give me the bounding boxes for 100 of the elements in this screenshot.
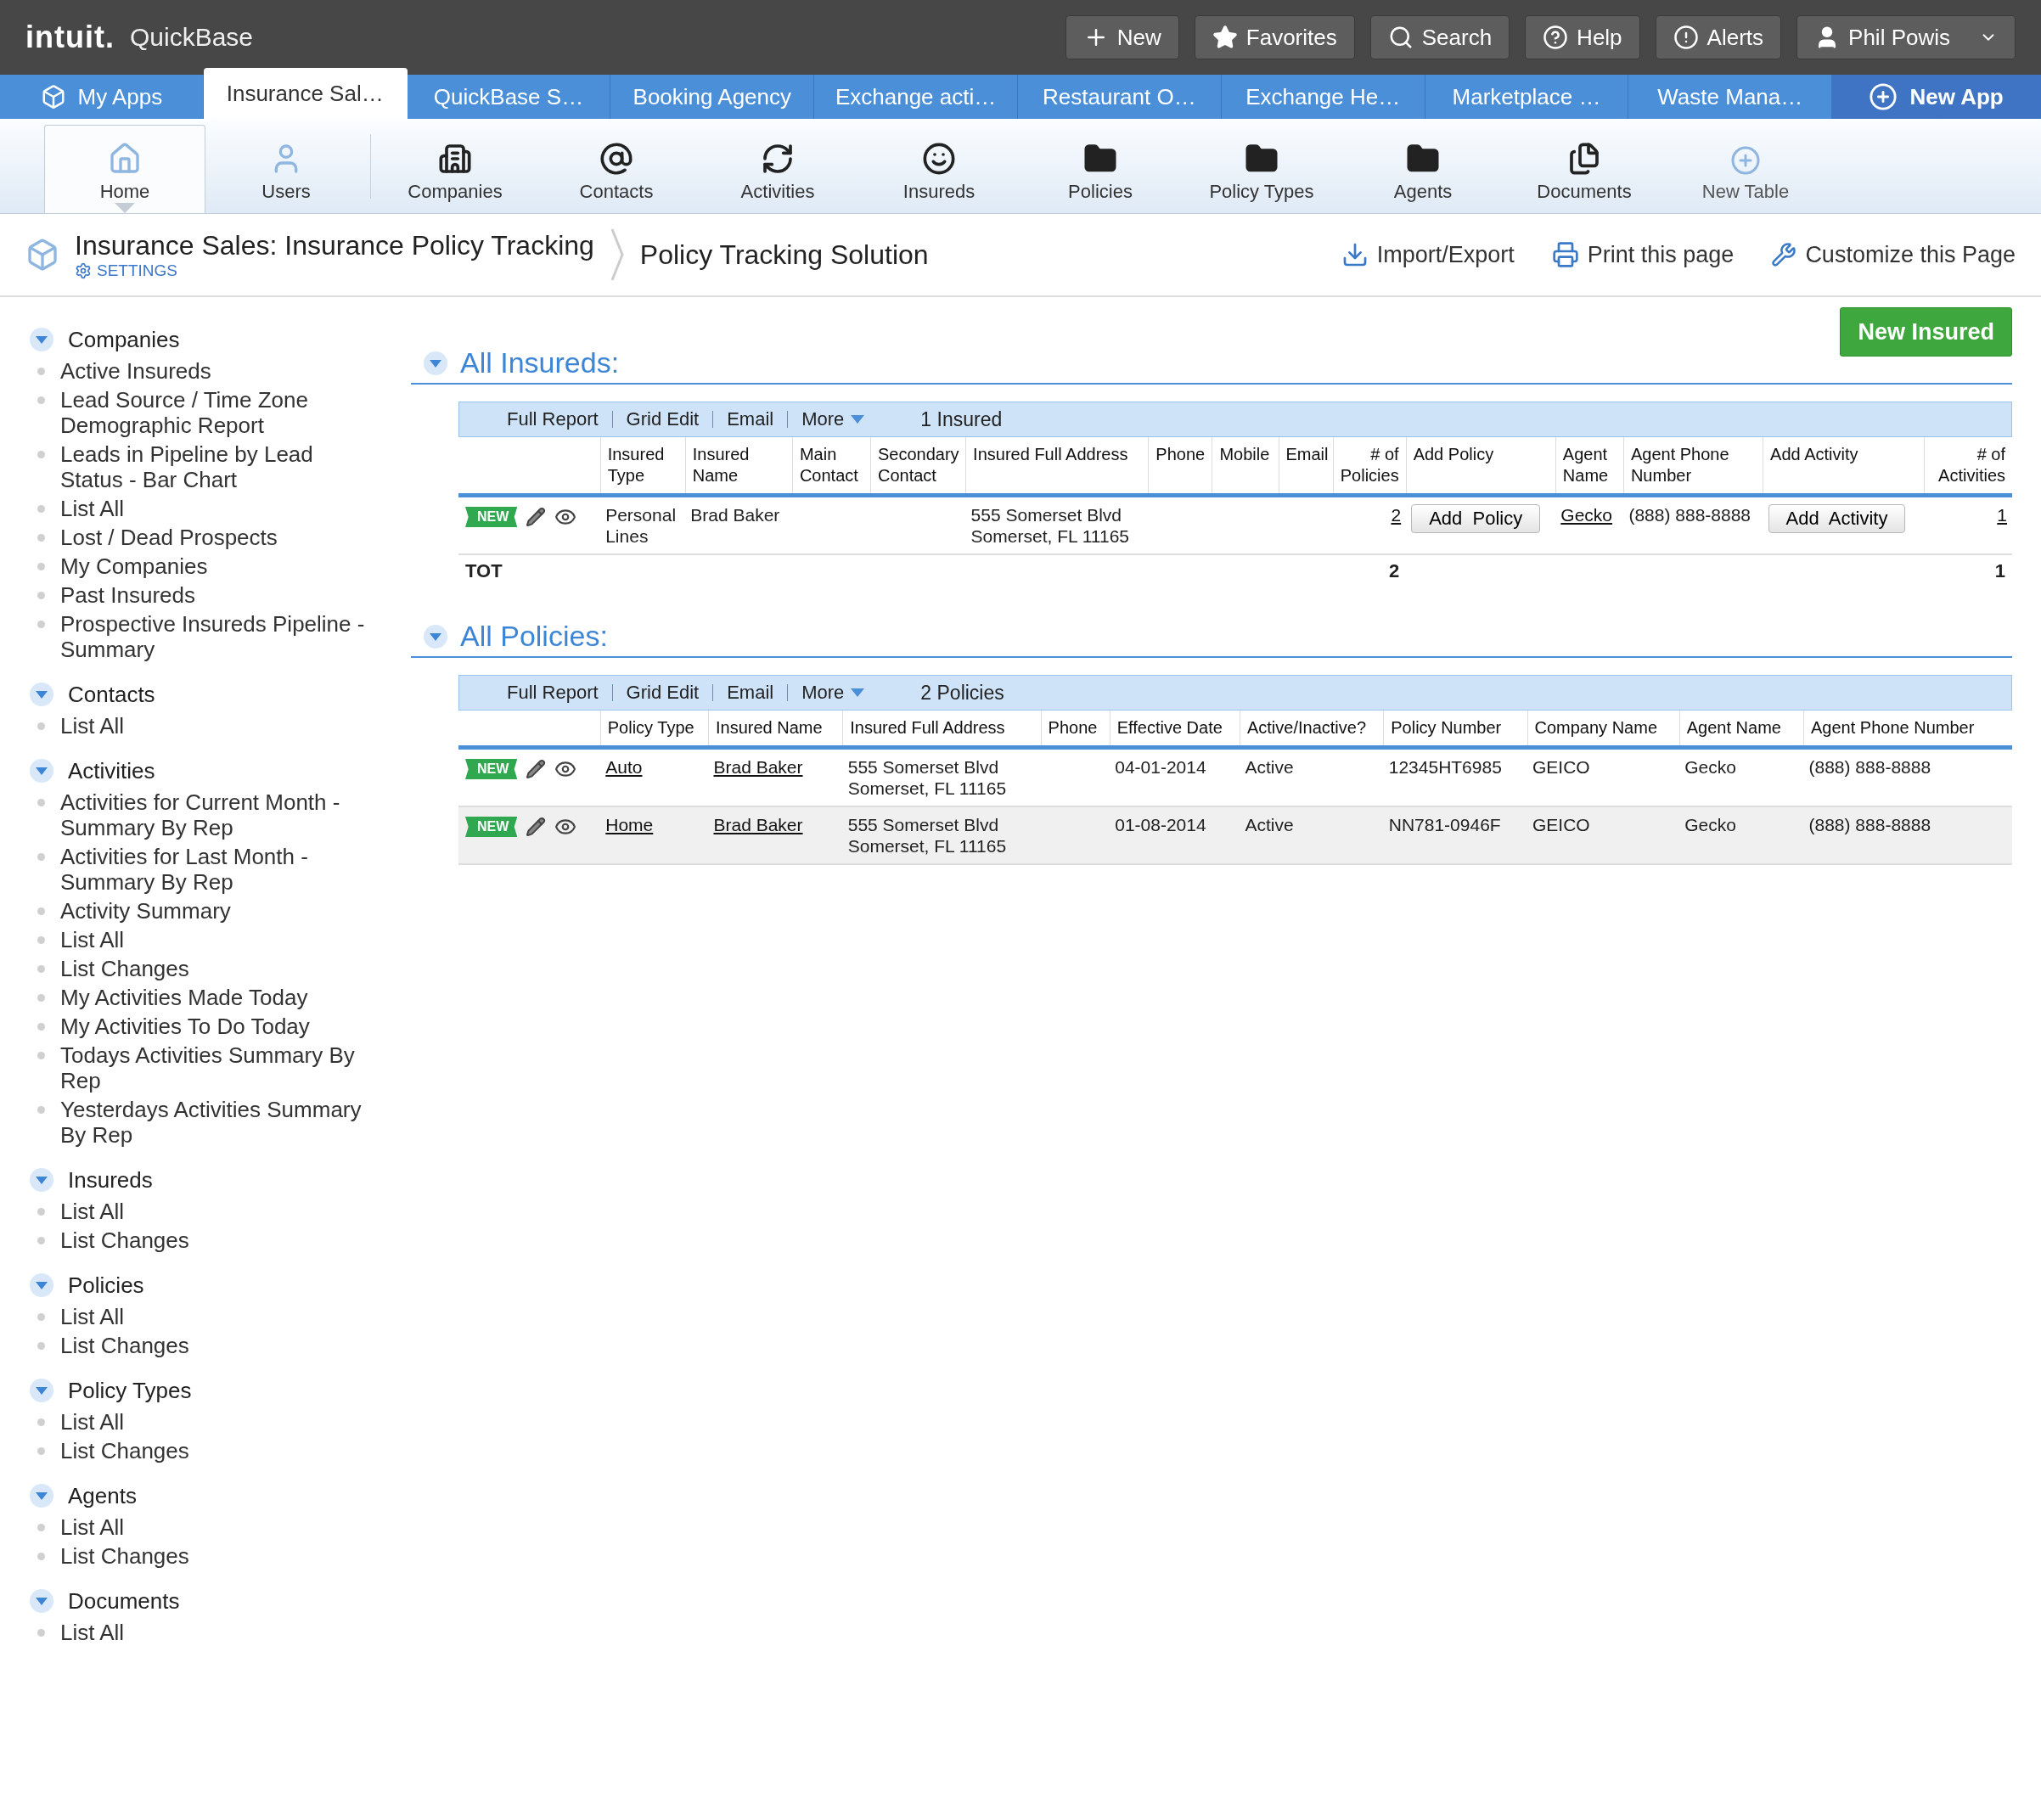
section-heading[interactable]: Contacts xyxy=(68,681,155,708)
section-heading[interactable]: Documents xyxy=(68,1587,180,1615)
sidebar-link[interactable]: Lead Source / Time Zone Demographic Report xyxy=(60,387,366,438)
cell-link[interactable]: Auto xyxy=(605,757,643,777)
cell-link[interactable]: 1 xyxy=(1997,505,2007,525)
sidebar-link[interactable]: List Changes xyxy=(60,1333,366,1358)
sidebar-link[interactable]: List All xyxy=(60,1514,366,1540)
sidebar-link[interactable]: My Activities To Do Today xyxy=(60,1014,366,1039)
sidebar-link[interactable]: Prospective Insureds Pipeline - Summary xyxy=(60,611,366,662)
toolbar-item[interactable]: Insureds xyxy=(858,125,1020,213)
cell-link[interactable]: 2 xyxy=(1391,505,1402,525)
sidebar-link[interactable]: Active Insureds xyxy=(60,358,366,384)
sidebar-link[interactable]: List Changes xyxy=(60,956,366,981)
toolbar-item[interactable]: Documents xyxy=(1504,125,1665,213)
sidebar-link[interactable]: My Companies xyxy=(60,553,366,579)
sidebar-link[interactable]: List All xyxy=(60,1620,366,1645)
report-action-link[interactable]: Full Report xyxy=(493,684,612,701)
app-tab[interactable]: New App xyxy=(1832,75,2041,119)
toolbar-item[interactable]: Policy Types xyxy=(1181,125,1342,213)
toolbar-item[interactable]: Home xyxy=(44,125,205,213)
report-action-link[interactable]: Email xyxy=(712,684,788,701)
pencil-icon[interactable] xyxy=(526,817,547,837)
sidebar-link[interactable]: List All xyxy=(60,927,366,952)
sidebar-link[interactable]: List All xyxy=(60,1409,366,1435)
section-heading[interactable]: Policies xyxy=(68,1272,144,1299)
table-button[interactable]: Add Policy xyxy=(1411,504,1541,533)
cell-link[interactable]: Home xyxy=(605,815,654,834)
sidebar-link[interactable]: List All xyxy=(60,1304,366,1329)
sidebar-link[interactable]: List All xyxy=(60,496,366,521)
toolbar-item[interactable]: New Table xyxy=(1665,125,1826,213)
report-action-link[interactable]: More xyxy=(787,411,879,428)
caret-icon[interactable] xyxy=(29,327,54,352)
sidebar-link[interactable]: List All xyxy=(60,713,366,739)
sidebar-link[interactable]: List All xyxy=(60,1199,366,1224)
user-menu-button[interactable]: Phil Powis xyxy=(1796,15,2016,59)
toolbar-item[interactable]: Activities xyxy=(697,125,858,213)
page-action-link[interactable]: Customize this Page xyxy=(1771,241,2016,268)
caret-icon xyxy=(851,688,865,697)
caret-icon[interactable] xyxy=(423,623,448,649)
page-action-link[interactable]: Import/Export xyxy=(1341,241,1515,268)
caret-icon[interactable] xyxy=(29,1483,54,1508)
report-title: All Insureds: xyxy=(460,346,620,379)
sidebar-link[interactable]: Leads in Pipeline by Lead Status - Bar Chart xyxy=(60,441,366,492)
report-action-link[interactable]: More xyxy=(787,684,879,701)
sidebar-link[interactable]: Activities for Current Month - Summary By Rep xyxy=(60,789,366,840)
pencil-icon[interactable] xyxy=(526,507,547,527)
sidebar-link[interactable]: Activities for Last Month - Summary By Rep xyxy=(60,844,366,895)
toolbar-button[interactable]: New xyxy=(1065,15,1179,59)
new-badge: NEW xyxy=(465,759,518,779)
sidebar-link[interactable]: Past Insureds xyxy=(60,582,366,608)
chevron-icon xyxy=(609,228,625,282)
report-action-link[interactable]: Email xyxy=(712,411,788,428)
pencil-icon[interactable] xyxy=(526,759,547,779)
sidebar-link[interactable]: My Activities Made Today xyxy=(60,985,366,1010)
toolbar-item[interactable]: Policies xyxy=(1020,125,1181,213)
toolbar-item[interactable]: Contacts xyxy=(536,125,697,213)
section-heading[interactable]: Policy Types xyxy=(68,1377,192,1404)
table-button[interactable]: Add Activity xyxy=(1768,504,1906,533)
caret-icon[interactable] xyxy=(29,1167,54,1193)
caret-icon[interactable] xyxy=(29,1588,54,1614)
section-heading[interactable]: Companies xyxy=(68,326,180,353)
table-cell: (888) 888-8888 xyxy=(1803,806,2012,864)
bullet-icon xyxy=(37,451,45,458)
toolbar-button[interactable]: Alerts xyxy=(1655,15,1782,59)
caret-icon[interactable] xyxy=(423,350,448,376)
sidebar-link[interactable]: List Changes xyxy=(60,1543,366,1569)
report-action-link[interactable]: Grid Edit xyxy=(611,411,713,428)
cell-link[interactable]: Brad Baker xyxy=(713,757,803,777)
table-cell: 04-01-2014 xyxy=(1110,747,1240,806)
cell-link[interactable]: Brad Baker xyxy=(713,815,803,834)
sidebar-link[interactable]: Todays Activities Summary By Rep xyxy=(60,1042,366,1093)
toolbar-button[interactable]: Favorites xyxy=(1194,15,1355,59)
cube-icon xyxy=(25,238,59,272)
caret-icon[interactable] xyxy=(29,1272,54,1298)
sidebar-link[interactable]: Lost / Dead Prospects xyxy=(60,525,366,550)
section-heading[interactable]: Agents xyxy=(68,1482,137,1509)
toolbar-button[interactable]: Search xyxy=(1369,15,1510,59)
app-tab[interactable]: Insurance Sal… xyxy=(203,68,408,119)
report-action-link[interactable]: Full Report xyxy=(493,411,612,428)
toolbar-item[interactable]: Agents xyxy=(1342,125,1504,213)
sidebar-link[interactable]: Yesterdays Activities Summary By Rep xyxy=(60,1097,366,1148)
sidebar-link[interactable]: Activity Summary xyxy=(60,898,366,924)
bullet-icon xyxy=(37,1342,45,1350)
settings-link[interactable]: SETTINGS xyxy=(75,261,594,280)
sidebar-link[interactable]: List Changes xyxy=(60,1438,366,1463)
cell-link[interactable]: Gecko xyxy=(1560,505,1613,525)
page-action-link[interactable]: Print this page xyxy=(1551,241,1735,268)
caret-icon[interactable] xyxy=(29,758,54,784)
sidebar-link[interactable]: List Changes xyxy=(60,1227,366,1253)
table-cell: Active xyxy=(1240,806,1384,864)
bullet-icon xyxy=(37,1418,45,1426)
caret-icon[interactable] xyxy=(29,1378,54,1403)
report-action-link[interactable]: Grid Edit xyxy=(611,684,713,701)
alert-icon xyxy=(1673,25,1699,50)
section-heading[interactable]: Insureds xyxy=(68,1166,153,1194)
section-heading[interactable]: Activities xyxy=(68,757,155,784)
toolbar-button[interactable]: Help xyxy=(1525,15,1640,59)
toolbar-item[interactable]: Users xyxy=(205,125,367,213)
toolbar-item[interactable]: Companies xyxy=(374,125,536,213)
caret-icon[interactable] xyxy=(29,682,54,707)
